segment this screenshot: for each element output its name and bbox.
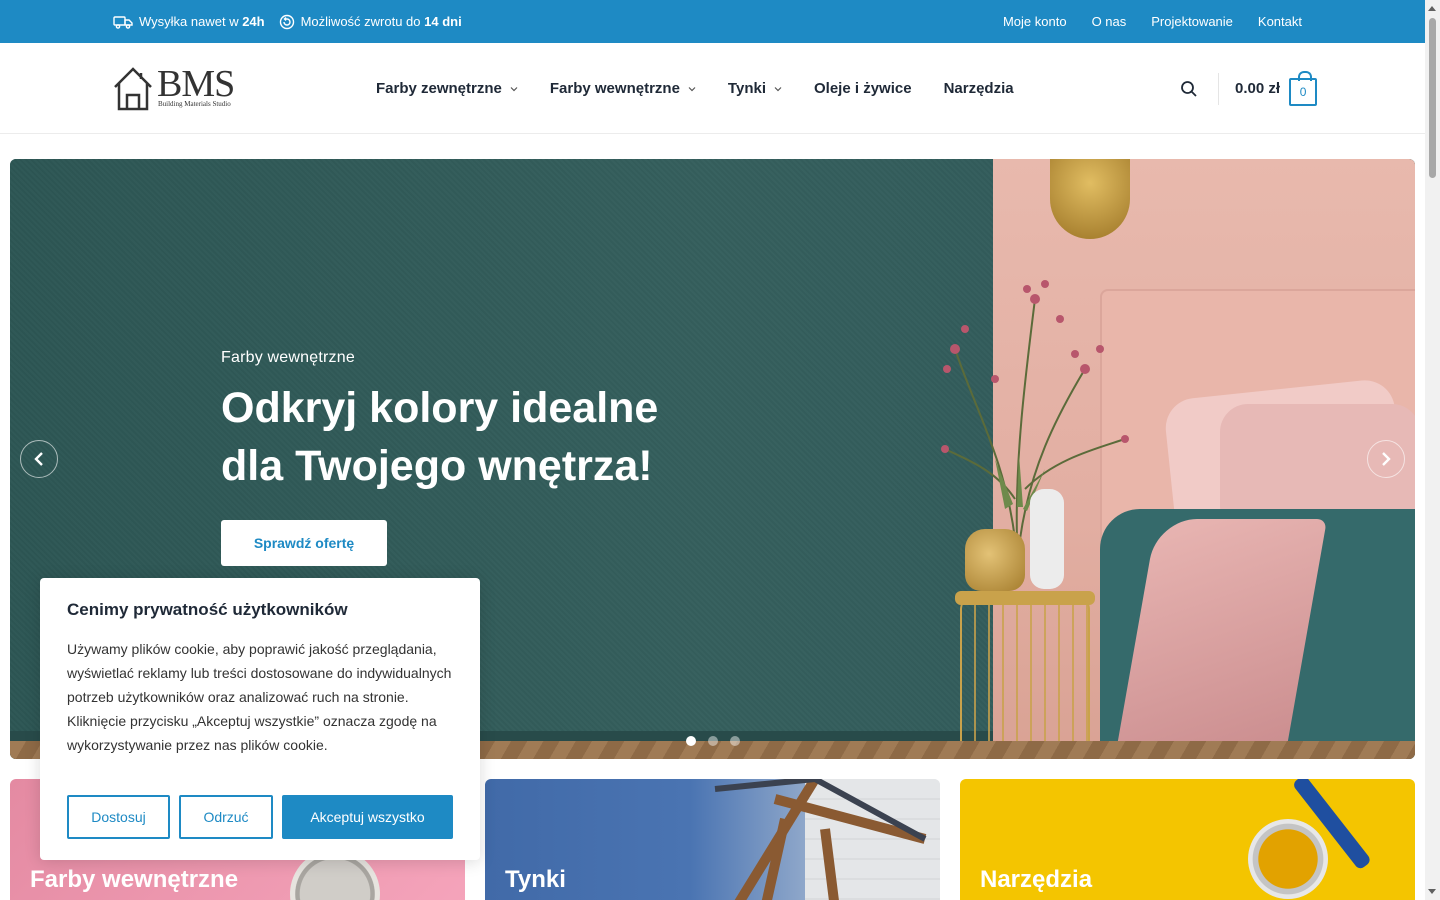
paint-bucket-image <box>1248 819 1328 899</box>
hero-title: Odkryj kolory idealne dla Twojego wnętrz… <box>221 379 691 495</box>
shipping-time: 24h <box>242 14 265 29</box>
link-my-account[interactable]: Moje konto <box>1003 14 1067 29</box>
hero-side-table <box>960 599 1090 749</box>
chevron-left-icon <box>34 452 43 466</box>
nav-oils-resins[interactable]: Oleje i żywice <box>814 80 912 97</box>
nav-label: Narzędzia <box>943 80 1014 97</box>
hero-gold-vase <box>965 529 1025 591</box>
returns-text: Możliwość zwrotu do <box>300 14 425 29</box>
hero-title-line2: dla Twojego wnętrza! <box>221 442 653 490</box>
chevron-down-icon <box>510 86 518 91</box>
category-card-plasters[interactable]: Tynki <box>485 779 940 900</box>
scroll-up-icon[interactable] <box>1428 6 1436 11</box>
returns-days: 14 dni <box>424 14 462 29</box>
cart-count: 0 <box>1299 84 1307 99</box>
slider-pagination <box>686 736 740 746</box>
logo-brand: BMS <box>157 63 235 105</box>
site-logo[interactable]: BMS Building Materials Studio <box>113 65 243 113</box>
hero-eyebrow: Farby wewnętrzne <box>221 349 355 366</box>
slider-prev-button[interactable] <box>20 440 58 478</box>
link-about[interactable]: O nas <box>1092 14 1127 29</box>
nav-plasters[interactable]: Tynki <box>728 80 782 97</box>
nav-label: Farby zewnętrzne <box>376 80 502 97</box>
link-design[interactable]: Projektowanie <box>1151 14 1233 29</box>
cookie-title: Cenimy prywatność użytkowników <box>67 600 348 619</box>
top-bar-links: Moje konto O nas Projektowanie Kontakt <box>1003 0 1302 43</box>
cookie-accept-button[interactable]: Akceptuj wszystko <box>282 795 453 839</box>
chevron-down-icon <box>774 86 782 91</box>
category-label: Farby wewnętrzne <box>30 866 239 893</box>
returns-info: Możliwość zwrotu do 14 dni <box>279 14 462 30</box>
slider-dot-1[interactable] <box>686 736 696 746</box>
nav-label: Oleje i żywice <box>814 80 912 97</box>
header-divider <box>1218 72 1219 105</box>
scrollbar-thumb[interactable] <box>1429 18 1436 178</box>
cart-total[interactable]: 0.00 zł <box>1235 80 1280 97</box>
category-label: Tynki <box>505 866 566 893</box>
cookie-actions: Dostosuj Odrzuć Akceptuj wszystko <box>67 795 453 839</box>
slider-dot-3[interactable] <box>730 736 740 746</box>
chevron-down-icon <box>688 86 696 91</box>
cookie-reject-button[interactable]: Odrzuć <box>179 795 273 839</box>
link-contact[interactable]: Kontakt <box>1258 14 1302 29</box>
slider-next-button[interactable] <box>1367 440 1405 478</box>
scroll-down-icon[interactable] <box>1428 889 1436 894</box>
hero-wall-lamp <box>1050 159 1130 239</box>
cookie-customize-button[interactable]: Dostosuj <box>67 795 170 839</box>
hero-caption: Farby wewnętrzne Odkryj kolory idealne d… <box>221 349 691 495</box>
house-logo-icon <box>114 67 152 111</box>
hero-cta-button[interactable]: Sprawdź ofertę <box>221 520 387 566</box>
category-card-tools[interactable]: Narzędzia <box>960 779 1415 900</box>
header-actions: 0.00 zł 0 <box>1180 43 1318 134</box>
search-icon[interactable] <box>1180 80 1198 98</box>
nav-label: Farby wewnętrzne <box>549 80 680 97</box>
shipping-info: Wysyłka nawet w 24h <box>113 14 265 29</box>
hero-white-vase <box>1030 489 1064 589</box>
nav-tools[interactable]: Narzędzia <box>944 80 1014 97</box>
nav-interior-paints[interactable]: Farby wewnętrzne <box>550 80 696 97</box>
chevron-right-icon <box>1382 452 1391 466</box>
category-label: Narzędzia <box>980 866 1093 893</box>
site-header: BMS Building Materials Studio Farby zewn… <box>0 43 1425 134</box>
nav-exterior-paints[interactable]: Farby zewnętrzne <box>376 80 518 97</box>
cart-bag-icon[interactable]: 0 <box>1289 70 1318 106</box>
shipping-text: Wysyłka nawet w <box>139 14 243 29</box>
cookie-consent-dialog: Cenimy prywatność użytkowników Używamy p… <box>40 578 480 860</box>
nav-label: Tynki <box>727 80 766 97</box>
top-bar-info: Wysyłka nawet w 24h Możliwość zwrotu do … <box>113 0 462 43</box>
main-nav: Farby zewnętrzne Farby wewnętrzne Tynki … <box>376 43 1014 134</box>
slider-dot-2[interactable] <box>708 736 718 746</box>
page-scrollbar[interactable] <box>1425 0 1440 900</box>
return-icon <box>279 14 294 29</box>
roof-beams-image <box>714 779 940 900</box>
logo-tagline: Building Materials Studio <box>158 100 231 108</box>
hero-title-line1: Odkryj kolory idealne <box>221 384 659 432</box>
cookie-body: Używamy plików cookie, aby poprawić jako… <box>67 641 452 753</box>
truck-icon <box>113 15 133 29</box>
top-bar: Wysyłka nawet w 24h Możliwość zwrotu do … <box>0 0 1425 43</box>
